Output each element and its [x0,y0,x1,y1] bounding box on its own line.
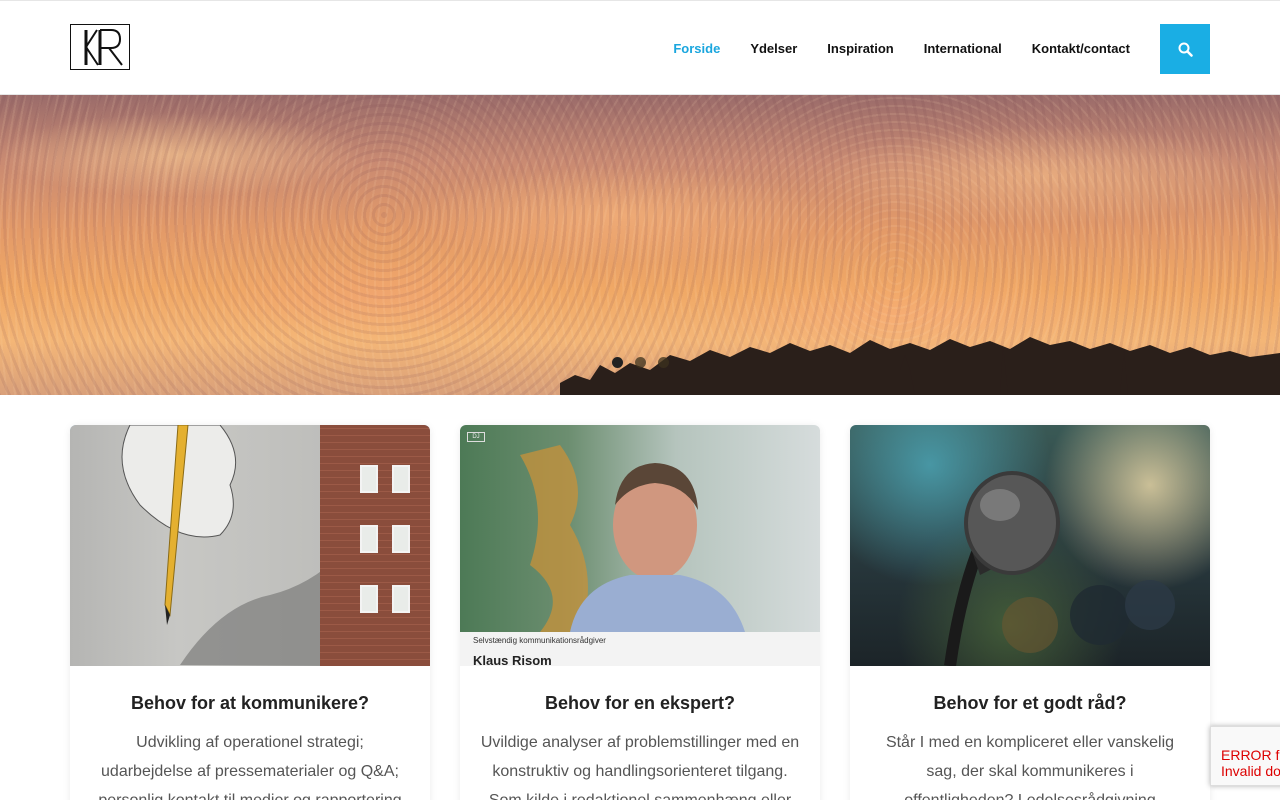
card-text: Udvikling af operationel strategi; udarb… [98,734,401,800]
card-text: Står I med en kompliceret eller vanskeli… [885,734,1175,800]
main-nav: Forside Ydelser Inspiration Internationa… [673,41,1130,57]
interview-video-still: DJ Selvstændig kommunikationsrådgiver Kl… [460,425,820,666]
card-title: Behov for en ekspert? [544,693,736,713]
card-title: Behov for at kommunikere? [130,693,370,713]
nav-item-ydelser[interactable]: Ydelser [750,41,797,57]
slider-dot-1[interactable] [612,357,623,368]
slider-dot-2[interactable] [635,357,646,368]
service-card-communicate[interactable]: Behov for at kommunikere? Udvikling af o… [70,425,430,800]
microphone-photo [850,425,1210,666]
service-card-advice[interactable]: Behov for et godt råd? Står I med en kom… [850,425,1210,800]
hero-slider [0,95,1280,395]
recaptcha-badge[interactable]: ERROR for Invalid do [1210,726,1280,786]
nav-item-kontakt[interactable]: Kontakt/contact [1032,41,1130,57]
nav-item-international[interactable]: International [924,41,1002,57]
slider-dot-3[interactable] [658,357,669,368]
card-text: Uvildige analyser af problemstillinger m… [480,734,800,800]
nav-item-forside[interactable]: Forside [673,41,720,57]
channel-badge: DJ [467,432,485,442]
service-card-expert[interactable]: DJ Selvstændig kommunikationsrådgiver Kl… [460,425,820,800]
search-icon [1178,42,1193,57]
nav-item-inspiration[interactable]: Inspiration [827,41,893,57]
card-title: Behov for et godt råd? [933,693,1127,713]
lower-third-caption: Selvstændig kommunikationsrådgiver [473,636,606,645]
site-logo[interactable] [70,24,130,70]
mural-photo [70,425,430,666]
search-button[interactable] [1160,24,1210,74]
recaptcha-error-line2: Invalid do [1221,763,1280,779]
slider-dots [612,357,669,368]
site-header: Forside Ydelser Inspiration Internationa… [0,0,1280,95]
recaptcha-error-line1: ERROR for [1221,747,1280,763]
lower-third-name: Klaus Risom [473,653,552,666]
